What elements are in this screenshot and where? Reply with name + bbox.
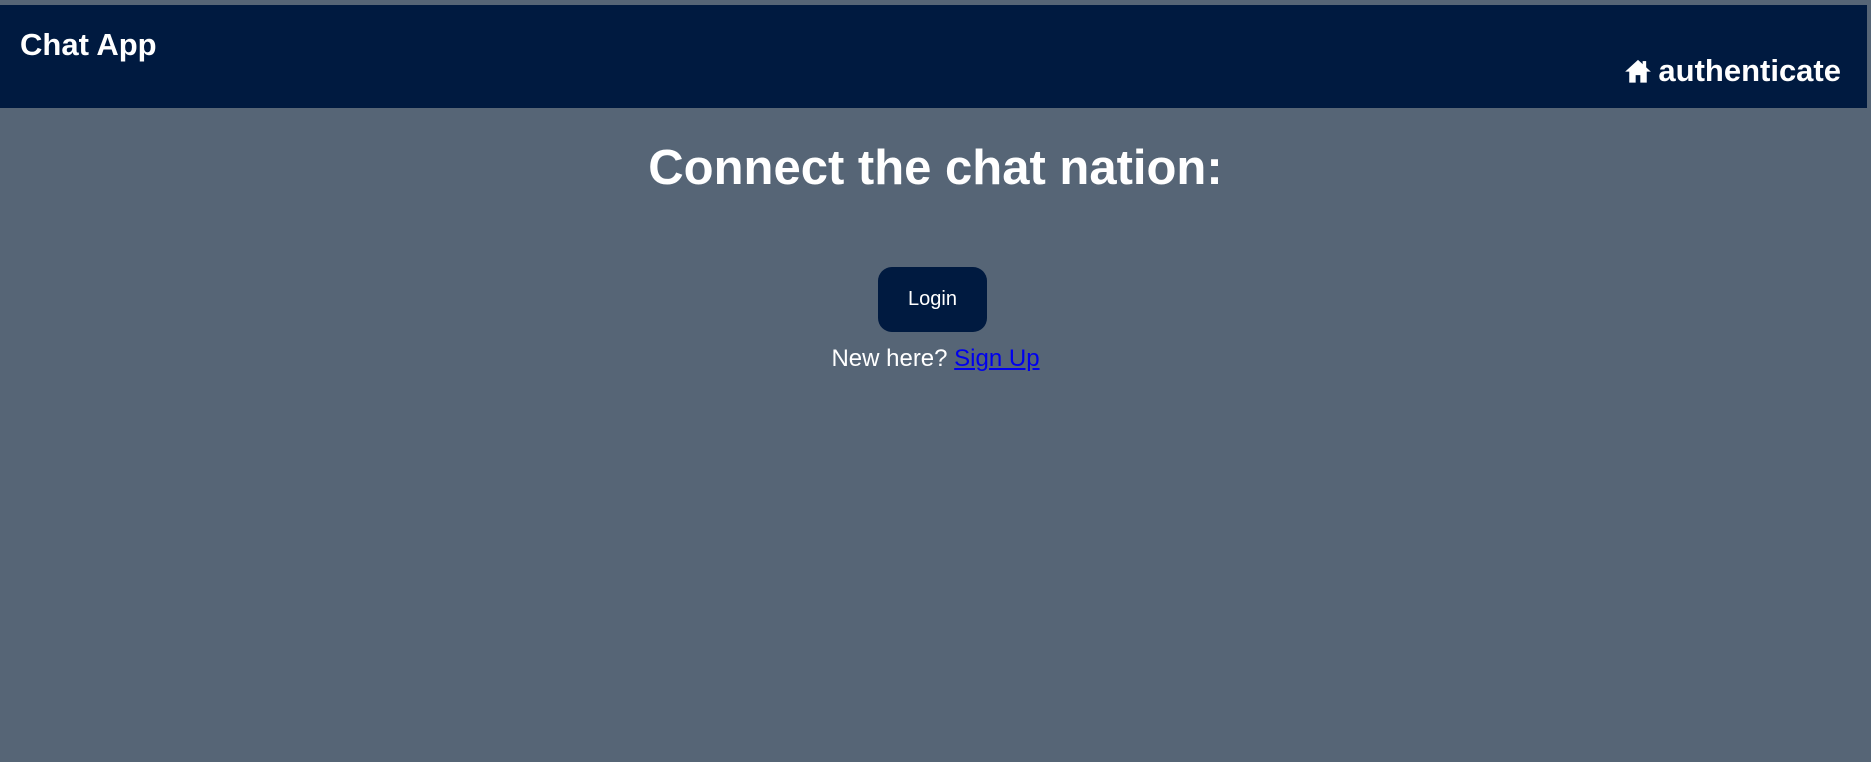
navbar: Chat App authenticate (0, 5, 1867, 108)
signup-prompt: New here? (831, 345, 948, 372)
page-heading: Connect the chat nation: (648, 141, 1223, 195)
authenticate-label: authenticate (1658, 53, 1841, 88)
navbar-edge (1867, 5, 1871, 108)
home-icon (1625, 59, 1652, 83)
authenticate-link[interactable]: authenticate (1624, 53, 1841, 89)
signup-line: New here? Sign Up (0, 344, 1871, 374)
signup-link[interactable]: Sign Up (954, 345, 1039, 372)
app-brand[interactable]: Chat App (20, 27, 157, 63)
login-button[interactable]: Login (878, 267, 987, 332)
